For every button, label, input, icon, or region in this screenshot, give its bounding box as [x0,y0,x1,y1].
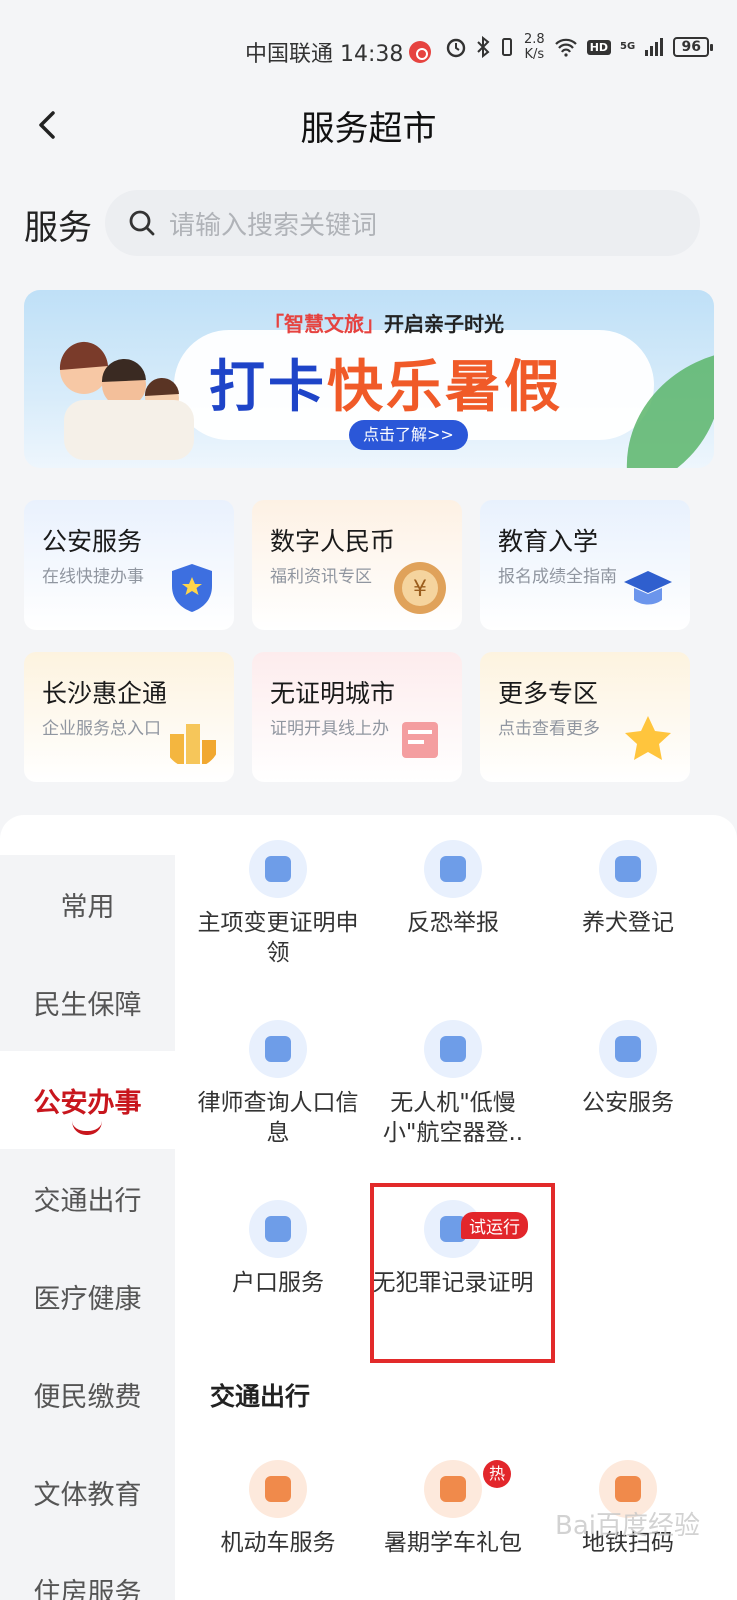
card-public-security[interactable]: 公安服务 在线快捷办事 [24,500,234,630]
coin-icon: ¥ [394,562,446,614]
service-main-item-change-cert[interactable]: 主项变更证明申领 [188,840,368,968]
buildings-icon [170,724,216,764]
star-icon [625,716,671,760]
section-title-transport: 交通出行 [210,1382,311,1411]
card-more[interactable]: 更多专区 点击查看更多 [480,652,690,782]
screen-record-icon [409,41,432,63]
sidebar-item-medical[interactable]: 医疗健康 [0,1247,175,1345]
sidebar-item-transport[interactable]: 交通出行 [0,1149,175,1247]
sidebar-item-payment[interactable]: 便民缴费 [0,1345,175,1443]
search-row: 服务 请输入搜索关键词 [0,190,737,258]
card-education[interactable]: 教育入学 报名成绩全指南 [480,500,690,630]
bluetooth-icon [477,36,490,58]
highlight-box [370,1183,555,1363]
svg-text:¥: ¥ [413,577,427,602]
card-no-proof-city[interactable]: 无证明城市 证明开具线上办 [252,652,462,782]
service-drone-registration[interactable]: 无人机"低慢小"航空器登.. [363,1020,543,1148]
card-enterprise[interactable]: 长沙惠企通 企业服务总入口 [24,652,234,782]
certificate-icon [402,722,438,758]
status-left: 中国联通 14:38 [245,36,432,68]
sidebar-item-common[interactable]: 常用 [0,855,175,953]
hd-badge: HD [586,39,612,55]
carrier-time: 中国联通 14:38 [245,42,404,67]
network-type: 5G [620,41,636,52]
person-search-icon [249,1020,307,1078]
service-driving-gift[interactable]: 热 暑期学车礼包 [363,1460,543,1558]
nav-header: 服务超市 [0,95,737,155]
service-dog-registration[interactable]: 养犬登记 [538,840,718,938]
wifi-icon [554,38,577,57]
id-card-icon [249,1200,307,1258]
card-digital-rmb[interactable]: 数字人民币 福利资讯专区 ¥ [252,500,462,630]
service-police[interactable]: 公安服务 [538,1020,718,1118]
status-bar: 中国联通 14:38 2.8 K/s HD 5G 96 [0,0,737,100]
graduation-cap-icon [624,571,672,605]
search-icon [129,210,155,236]
hammer-icon [424,840,482,898]
sidebar-item-livelihood[interactable]: 民生保障 [0,953,175,1051]
banner-cta-button[interactable]: 点击了解>> [349,420,468,450]
alarm-icon [446,38,466,58]
service-label: 服务 [24,208,92,248]
family-illustration [59,341,194,460]
document-star-icon [249,840,307,898]
car-icon [249,1460,307,1518]
banner-headline: 打卡快乐暑假 [209,355,563,420]
page-title: 服务超市 [300,109,437,149]
service-lawyer-query[interactable]: 律师查询人口信息 [188,1020,368,1148]
status-right: 2.8 K/s HD 5G 96 [445,32,714,62]
search-input[interactable]: 请输入搜索关键词 [105,190,700,256]
signal-icon [645,38,664,56]
sidebar-item-housing[interactable]: 住房服务 [0,1541,175,1600]
shield-icon [172,564,212,612]
category-sidebar: 常用 民生保障 公安办事 交通出行 医疗健康 便民缴费 文体教育 住房服务 [0,855,175,1600]
dog-icon [599,840,657,898]
search-placeholder: 请输入搜索关键词 [169,210,378,241]
sidebar-item-police[interactable]: 公安办事 [0,1051,175,1149]
service-household[interactable]: 户口服务 [188,1200,368,1298]
hot-badge: 热 [483,1460,511,1488]
police-badge-icon [599,1020,657,1078]
sidebar-item-culture[interactable]: 文体教育 [0,1443,175,1541]
service-vehicle[interactable]: 机动车服务 [188,1460,368,1558]
gift-icon [424,1460,482,1518]
promo-banner[interactable]: 「智慧文旅」开启亲子时光 打卡快乐暑假 点击了解>> [24,290,714,468]
drone-icon [424,1020,482,1078]
battery-icon: 96 [673,37,714,57]
net-speed: 2.8 K/s [524,32,545,62]
service-anti-terror-report[interactable]: 反恐举报 [363,840,543,938]
vibrate-icon [502,38,512,56]
banner-subtitle: 「智慧文旅」开启亲子时光 [264,312,504,336]
watermark: Bai百度经验 [555,1511,700,1541]
